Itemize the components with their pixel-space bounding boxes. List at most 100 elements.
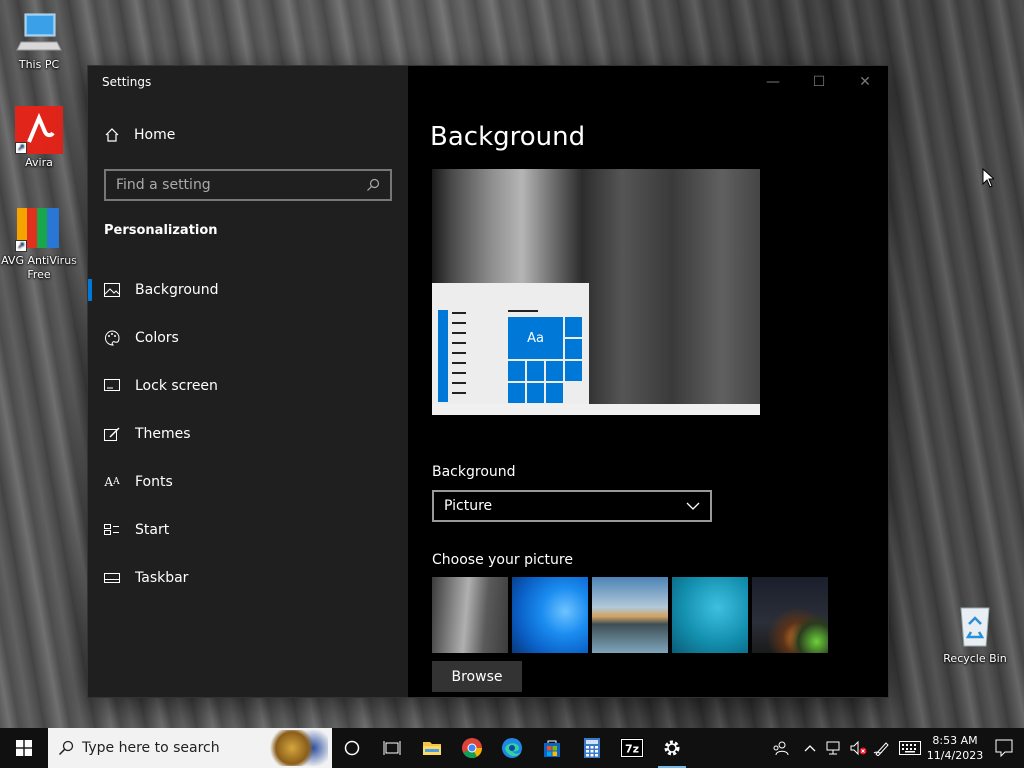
desktop-icon-this-pc[interactable]: This PC bbox=[1, 8, 77, 72]
keyboard-button[interactable] bbox=[894, 728, 926, 768]
taskbar-search-box[interactable]: Type here to search bbox=[48, 728, 332, 768]
preview-start-lines bbox=[452, 312, 466, 402]
folder-icon bbox=[423, 742, 441, 755]
action-center-button[interactable] bbox=[984, 728, 1024, 768]
recycle-bin-icon bbox=[951, 602, 999, 650]
find-setting-input[interactable]: Find a setting bbox=[104, 169, 392, 201]
sidebar-item-start[interactable]: Start bbox=[88, 506, 408, 554]
choose-picture-label: Choose your picture bbox=[432, 552, 573, 568]
desktop-icon-avira[interactable]: ↗ Avira bbox=[1, 106, 77, 170]
lock-screen-icon bbox=[104, 378, 120, 394]
home-icon bbox=[105, 128, 119, 142]
settings-button[interactable] bbox=[652, 728, 692, 768]
sidebar-item-colors[interactable]: Colors bbox=[88, 314, 408, 362]
desktop-icon-label: Recycle Bin bbox=[943, 652, 1007, 665]
picture-thumbnail-5[interactable] bbox=[752, 577, 828, 653]
store-button[interactable] bbox=[532, 728, 572, 768]
maximize-button[interactable]: ☐ bbox=[796, 66, 842, 98]
sidebar-item-lock-screen[interactable]: Lock screen bbox=[88, 362, 408, 410]
sidebar-item-background[interactable]: Background bbox=[88, 266, 408, 314]
people-icon bbox=[773, 741, 789, 756]
taskbar: Type here to search 7z 8:53 AM 11/4/2023 bbox=[0, 728, 1024, 768]
start-icon bbox=[104, 522, 120, 538]
pen-button[interactable] bbox=[870, 728, 894, 768]
gear-icon bbox=[664, 740, 680, 756]
preview-tile-header bbox=[508, 310, 538, 312]
file-explorer-button[interactable] bbox=[412, 728, 452, 768]
people-button[interactable] bbox=[762, 728, 798, 768]
browse-button[interactable]: Browse bbox=[432, 661, 522, 692]
main-pane: — ☐ ✕ Background Aa Background Picture C… bbox=[408, 66, 888, 697]
show-hidden-icons-button[interactable] bbox=[798, 728, 822, 768]
picture-thumbnail-3[interactable] bbox=[592, 577, 668, 653]
sidebar-item-taskbar[interactable]: Taskbar bbox=[88, 554, 408, 602]
minimize-button[interactable]: — bbox=[750, 66, 796, 98]
page-title: Background bbox=[430, 122, 586, 152]
notification-icon bbox=[995, 739, 1013, 757]
window-title: Settings bbox=[102, 75, 152, 89]
network-icon bbox=[826, 741, 840, 755]
close-button[interactable]: ✕ bbox=[842, 66, 888, 98]
picture-thumbnail-1[interactable] bbox=[432, 577, 508, 653]
avira-icon: ↗ bbox=[15, 106, 63, 154]
sidebar-item-themes[interactable]: Themes bbox=[88, 410, 408, 458]
taskbar-icon bbox=[104, 570, 120, 586]
cortana-button[interactable] bbox=[332, 728, 372, 768]
sidebar-item-label: Themes bbox=[135, 426, 191, 442]
background-dropdown[interactable]: Picture bbox=[432, 490, 712, 522]
calculator-icon bbox=[584, 738, 600, 758]
volume-muted-icon bbox=[850, 740, 867, 756]
cortana-icon bbox=[344, 740, 360, 756]
start-button[interactable] bbox=[0, 728, 48, 768]
edge-button[interactable] bbox=[492, 728, 532, 768]
sidebar: Settings Home Find a setting Personaliza… bbox=[88, 66, 408, 697]
network-button[interactable] bbox=[822, 728, 846, 768]
clock[interactable]: 8:53 AM 11/4/2023 bbox=[926, 733, 984, 763]
sidebar-item-label: Start bbox=[135, 522, 170, 538]
background-label: Background bbox=[432, 464, 516, 480]
7zip-button[interactable]: 7z bbox=[612, 728, 652, 768]
search-icon[interactable] bbox=[366, 178, 380, 192]
chrome-button[interactable] bbox=[452, 728, 492, 768]
mouse-cursor-icon bbox=[982, 168, 994, 188]
home-link[interactable]: Home bbox=[104, 127, 175, 143]
system-tray: 8:53 AM 11/4/2023 bbox=[762, 728, 1024, 768]
shortcut-arrow-icon: ↗ bbox=[15, 142, 27, 154]
volume-button[interactable] bbox=[846, 728, 870, 768]
desktop-icon-recycle-bin[interactable]: Recycle Bin bbox=[937, 602, 1013, 666]
edge-icon bbox=[502, 738, 522, 758]
section-title: Personalization bbox=[104, 223, 218, 238]
svg-text:7z: 7z bbox=[625, 743, 639, 756]
search-icon bbox=[58, 740, 74, 756]
settings-window: Settings Home Find a setting Personaliza… bbox=[88, 66, 888, 697]
home-label: Home bbox=[134, 127, 176, 143]
pen-icon bbox=[873, 742, 889, 756]
sidebar-nav: Background Colors Lock screen Themes AA … bbox=[88, 266, 408, 602]
picture-icon bbox=[104, 282, 120, 298]
desktop-icon-label: Avira bbox=[25, 156, 53, 169]
window-controls: — ☐ ✕ bbox=[750, 66, 888, 98]
background-dropdown-value: Picture bbox=[444, 498, 493, 514]
sidebar-item-label: Lock screen bbox=[135, 378, 218, 394]
calculator-button[interactable] bbox=[572, 728, 612, 768]
chrome-icon bbox=[462, 738, 483, 759]
sidebar-item-fonts[interactable]: AA Fonts bbox=[88, 458, 408, 506]
desktop-icon-avg[interactable]: ↗ AVG AntiVirus Free bbox=[1, 204, 77, 282]
sidebar-item-label: Fonts bbox=[135, 474, 173, 490]
preview-tiles: Aa bbox=[508, 317, 582, 403]
chevron-up-icon bbox=[804, 745, 816, 752]
picture-thumbnail-2[interactable] bbox=[512, 577, 588, 653]
picture-thumbnails bbox=[432, 577, 828, 653]
task-view-icon bbox=[383, 741, 401, 755]
keyboard-icon bbox=[899, 741, 921, 755]
avg-icon: ↗ bbox=[15, 204, 63, 252]
themes-icon bbox=[104, 426, 120, 442]
clock-time: 8:53 AM bbox=[932, 734, 978, 747]
task-view-button[interactable] bbox=[372, 728, 412, 768]
sidebar-item-label: Background bbox=[135, 282, 219, 298]
picture-thumbnail-4[interactable] bbox=[672, 577, 748, 653]
desktop-icon-label: AVG AntiVirus Free bbox=[1, 254, 77, 281]
search-placeholder: Find a setting bbox=[116, 177, 211, 193]
preview-tile-text: Aa bbox=[508, 317, 563, 359]
clock-date: 11/4/2023 bbox=[926, 749, 984, 762]
